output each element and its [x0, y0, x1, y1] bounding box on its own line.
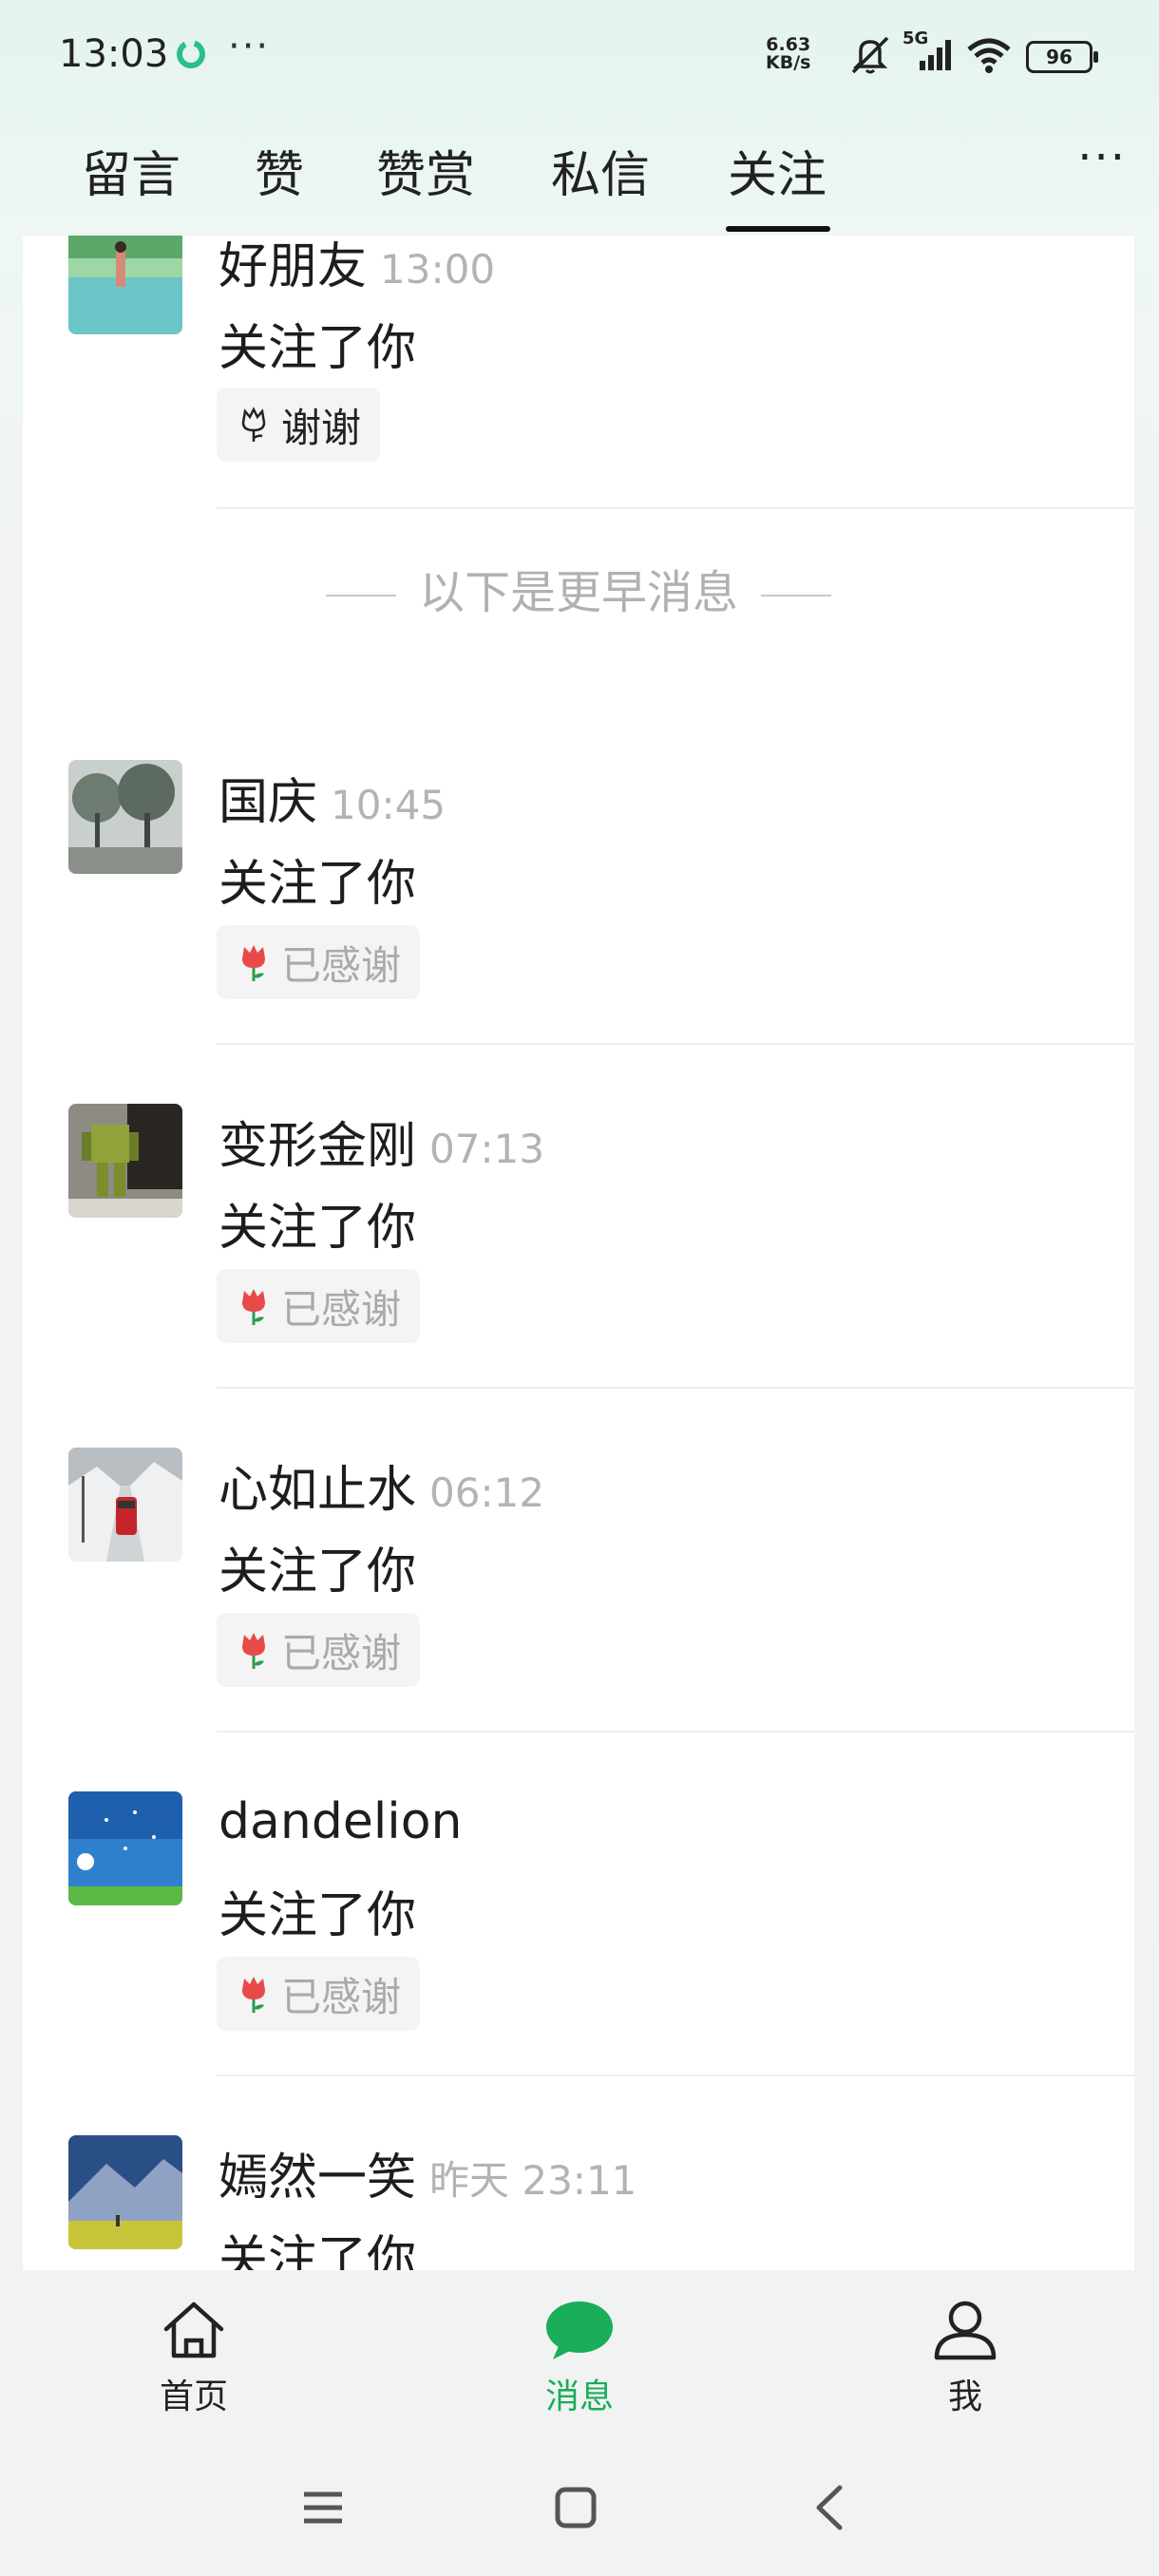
system-navigation-bar — [0, 2470, 1159, 2546]
thank-label: 已感谢 — [281, 1285, 402, 1333]
tab-follows[interactable]: 关注 — [728, 135, 826, 206]
avatar[interactable] — [68, 236, 182, 334]
earlier-messages-label: 以下是更早消息 — [418, 566, 738, 619]
thank-label: 已感谢 — [281, 941, 402, 989]
back-icon[interactable] — [790, 2470, 866, 2546]
wifi-icon — [965, 36, 1013, 78]
signal-5g-icon: 5G — [902, 28, 952, 78]
thank-label: 已感谢 — [281, 1629, 402, 1676]
user-name[interactable]: 好朋友 — [218, 238, 367, 295]
net-speed-unit: KB/s — [766, 52, 811, 73]
earlier-messages-divider: 以下是更早消息 — [23, 555, 1134, 621]
tab-rewards[interactable]: 赞赏 — [376, 135, 475, 206]
nav-me[interactable]: 我 — [870, 2299, 1060, 2418]
avatar[interactable] — [68, 1104, 182, 1218]
follow-action-text: 关注了你 — [218, 1887, 417, 1944]
network-type: 5G — [902, 28, 929, 48]
tab-likes[interactable]: 赞 — [255, 135, 304, 206]
user-name[interactable]: 心如止水 — [218, 1462, 416, 1519]
item-divider — [217, 2074, 1134, 2076]
nav-me-label: 我 — [947, 2377, 982, 2416]
thanked-badge: 已感谢 — [217, 1269, 421, 1343]
follow-action-text: 关注了你 — [218, 856, 417, 913]
more-notifications-icon: ··· — [228, 25, 271, 68]
red-flower-icon — [242, 1977, 265, 2013]
app-notification-icon — [175, 38, 207, 70]
bottom-navigation: 首页 消息 我 — [0, 2272, 1159, 2443]
mute-icon — [847, 34, 893, 80]
status-bar: 13:03 ··· 6.63 KB/s 5G 96 — [0, 0, 1159, 109]
item-divider — [217, 1731, 1134, 1733]
active-tab-indicator — [726, 226, 830, 232]
network-speed: 6.63 KB/s — [766, 36, 810, 72]
message-bubble-icon — [546, 2301, 613, 2359]
nav-messages-label: 消息 — [544, 2377, 614, 2416]
red-flower-icon — [242, 945, 265, 981]
person-icon — [934, 2301, 997, 2360]
follow-action-text: 关注了你 — [218, 320, 417, 377]
tab-private-messages[interactable]: 私信 — [551, 135, 650, 206]
follow-action-text: 关注了你 — [218, 1200, 417, 1257]
timestamp: 昨天 23:11 — [429, 2157, 637, 2204]
red-flower-icon — [242, 1289, 265, 1325]
thanked-badge: 已感谢 — [217, 1613, 421, 1687]
nav-home[interactable]: 首页 — [99, 2299, 289, 2418]
avatar[interactable] — [68, 760, 182, 874]
menu-icon[interactable] — [285, 2470, 361, 2546]
home-square-icon[interactable] — [538, 2470, 614, 2546]
avatar[interactable] — [68, 1448, 182, 1562]
timestamp: 06:12 — [429, 1469, 545, 1516]
tab-comments[interactable]: 留言 — [82, 135, 180, 206]
battery-icon: 96 — [1026, 41, 1098, 73]
red-flower-icon — [242, 1633, 265, 1669]
timestamp: 10:45 — [331, 782, 446, 828]
item-divider — [217, 507, 1134, 509]
nav-home-label: 首页 — [159, 2377, 228, 2416]
user-name[interactable]: 变形金刚 — [218, 1118, 416, 1175]
thank-label: 已感谢 — [281, 1973, 402, 2020]
flower-outline-icon — [241, 407, 266, 442]
user-name[interactable]: 国庆 — [218, 774, 317, 831]
follow-notification-list: 好朋友 13:00 关注了你 谢谢 以下是更早消息 国庆 10:45 关注了你 已感… — [23, 236, 1134, 2270]
home-icon — [163, 2301, 224, 2358]
thanked-badge: 已感谢 — [217, 1957, 421, 2031]
user-name[interactable]: dandelion — [218, 1793, 463, 1850]
thanked-badge: 已感谢 — [217, 925, 421, 999]
tab-bar: 留言 赞 赞赏 私信 关注 ··· — [0, 123, 1159, 236]
avatar[interactable] — [68, 2135, 182, 2249]
nav-messages[interactable]: 消息 — [484, 2299, 674, 2418]
follow-action-text: 关注了你 — [218, 2231, 417, 2270]
timestamp: 13:00 — [380, 246, 496, 293]
user-name[interactable]: 嫣然一笑 — [218, 2150, 416, 2207]
timestamp: 07:13 — [429, 1126, 545, 1172]
status-time: 13:03 — [59, 32, 169, 76]
item-divider — [217, 1387, 1134, 1389]
follow-action-text: 关注了你 — [218, 1544, 417, 1601]
item-divider — [217, 1043, 1134, 1045]
thank-label: 谢谢 — [281, 404, 362, 451]
thank-button[interactable]: 谢谢 — [217, 388, 381, 462]
avatar[interactable] — [68, 1791, 182, 1905]
more-horizontal-icon[interactable]: ··· — [1077, 131, 1127, 184]
